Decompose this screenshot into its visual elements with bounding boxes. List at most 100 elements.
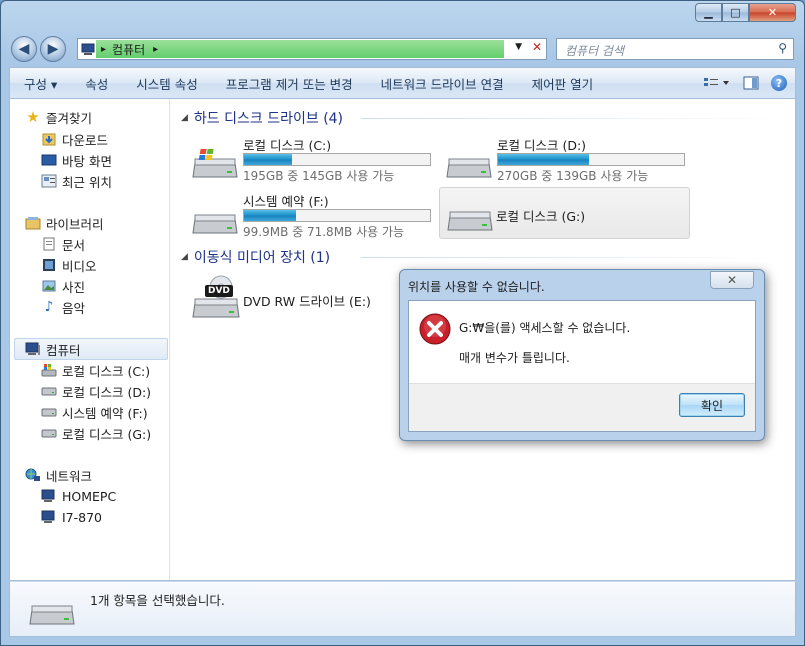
- drive-usage-fill: [244, 210, 297, 221]
- sidebar-item-drive-d[interactable]: 로컬 디스크 (D:): [40, 381, 151, 401]
- hard-drive-icon: [40, 428, 58, 438]
- sidebar-item-label: HOMEPC: [62, 488, 117, 504]
- drive-size: 195GB 중 145GB 사용 가능: [243, 169, 395, 183]
- sidebar-network-label: 네트워크: [46, 468, 93, 484]
- search-input[interactable]: 컴퓨터 검색 ⚲: [556, 38, 794, 60]
- dialog-message-2: 매개 변수가 틀립니다.: [459, 351, 570, 365]
- sidebar-item-drive-c[interactable]: 로컬 디스크 (C:): [40, 360, 150, 380]
- address-path[interactable]: 컴퓨터: [112, 41, 145, 58]
- collapse-arrow-icon[interactable]: ◢: [181, 113, 188, 123]
- sidebar-favorites-label: 즐겨찾기: [46, 110, 93, 126]
- help-icon[interactable]: ?: [771, 75, 787, 91]
- caption-buttons: ▁ □ ✕: [695, 3, 796, 22]
- sidebar-item-label: 문서: [62, 237, 86, 253]
- removable-section-header[interactable]: ◢ 이동식 미디어 장치 (1): [181, 247, 330, 267]
- hard-drive-icon: [191, 203, 239, 234]
- sidebar-item-drive-g[interactable]: 로컬 디스크 (G:): [40, 423, 151, 443]
- organize-menu[interactable]: 구성 ▾: [10, 68, 71, 98]
- system-drive-icon: [191, 147, 239, 178]
- recent-places-icon: [40, 174, 58, 188]
- library-icon: [24, 216, 42, 230]
- drive-size: 270GB 중 139GB 사용 가능: [497, 169, 649, 183]
- close-button[interactable]: ✕: [749, 3, 796, 22]
- sidebar-item-drive-f[interactable]: 시스템 예약 (F:): [40, 402, 148, 422]
- drive-c[interactable]: 로컬 디스크 (C:) 195GB 중 145GB 사용 가능: [191, 135, 431, 185]
- maximize-button[interactable]: □: [722, 3, 749, 22]
- search-placeholder: 컴퓨터 검색: [565, 44, 625, 58]
- drive-g[interactable]: 로컬 디스크 (G:): [439, 187, 690, 239]
- uninstall-program-button[interactable]: 프로그램 제거 또는 변경: [212, 68, 367, 98]
- dvd-drive-icon: DVD: [191, 275, 241, 321]
- sidebar-item-recent-places[interactable]: 최근 위치: [40, 171, 112, 191]
- drive-dvd[interactable]: DVD DVD RW 드라이브 (E:): [191, 275, 431, 325]
- sidebar-item-label: I7-870: [62, 509, 103, 525]
- removable-section-title: 이동식 미디어 장치 (1): [193, 250, 331, 266]
- sidebar-item-label: 다운로드: [62, 132, 109, 148]
- sidebar-item-label: 음악: [62, 300, 86, 316]
- drive-f[interactable]: 시스템 예약 (F:) 99.9MB 중 71.8MB 사용 가능: [191, 191, 431, 241]
- navigation-row: ◀ ▶ ▸ 컴퓨터 ▸ ▼ ✕ 컴퓨터 검색 ⚲: [11, 35, 794, 63]
- sidebar-item-desktop[interactable]: 바탕 화면: [40, 150, 112, 170]
- navigation-pane: ★ 즐겨찾기 다운로드 바탕 화면 최근 위치 라이브러리 문서 비디오 사진 …: [10, 99, 170, 580]
- drive-name: 시스템 예약 (F:): [243, 194, 329, 209]
- drive-name: 로컬 디스크 (D:): [497, 138, 587, 153]
- dialog-footer: 확인: [409, 383, 755, 431]
- explorer-window: ▁ □ ✕ ◀ ▶ ▸ 컴퓨터 ▸ ▼ ✕ 컴퓨터 검색 ⚲ 구성 ▾ 속성 시…: [0, 0, 805, 646]
- hdd-section-header[interactable]: ◢ 하드 디스크 드라이브 (4): [181, 108, 343, 128]
- sidebar-item-i7-870[interactable]: I7-870: [40, 507, 102, 527]
- minimize-button[interactable]: ▁: [695, 3, 722, 22]
- sidebar-libraries[interactable]: 라이브러리: [24, 213, 104, 233]
- address-separator[interactable]: ▸: [101, 44, 106, 55]
- sidebar-item-pictures[interactable]: 사진: [40, 276, 85, 296]
- sidebar-item-videos[interactable]: 비디오: [40, 255, 97, 275]
- dialog-close-button[interactable]: ✕: [710, 271, 754, 289]
- hard-drive-icon: [40, 407, 58, 417]
- documents-icon: [40, 237, 58, 251]
- computer-icon: [24, 342, 42, 356]
- address-bar[interactable]: ▸ 컴퓨터 ▸ ▼ ✕: [77, 38, 547, 60]
- search-icon: ⚲: [778, 41, 787, 55]
- hdd-section-title: 하드 디스크 드라이브 (4): [193, 111, 344, 127]
- sidebar-item-label: 로컬 디스크 (D:): [62, 384, 152, 400]
- sidebar-item-homepc[interactable]: HOMEPC: [40, 486, 116, 506]
- address-dropdown-icon[interactable]: ▼: [515, 42, 522, 52]
- collapse-arrow-icon[interactable]: ◢: [181, 252, 188, 262]
- sidebar-item-documents[interactable]: 문서: [40, 234, 85, 254]
- system-drive-icon: [40, 363, 58, 377]
- sidebar-computer[interactable]: 컴퓨터: [24, 339, 81, 359]
- open-control-panel-button[interactable]: 제어판 열기: [518, 68, 607, 98]
- view-options-icon[interactable]: [703, 76, 731, 90]
- hard-drive-icon: [445, 147, 493, 178]
- drive-usage-fill: [498, 154, 590, 165]
- hard-drive-icon: [28, 594, 76, 631]
- drive-name: 로컬 디스크 (C:): [243, 138, 332, 153]
- drive-d[interactable]: 로컬 디스크 (D:) 270GB 중 139GB 사용 가능: [445, 135, 685, 185]
- dialog-message-1: G:₩을(를) 액세스할 수 없습니다.: [459, 321, 631, 335]
- forward-button[interactable]: ▶: [40, 36, 66, 62]
- sidebar-item-downloads[interactable]: 다운로드: [40, 129, 108, 149]
- back-arrow-icon: ◀: [18, 41, 30, 57]
- stop-icon[interactable]: ✕: [532, 40, 542, 54]
- drive-name: 로컬 디스크 (G:): [496, 209, 586, 224]
- downloads-folder-icon: [40, 132, 58, 146]
- sidebar-item-label: 시스템 예약 (F:): [62, 405, 148, 421]
- properties-button[interactable]: 속성: [71, 68, 122, 98]
- drive-name: DVD RW 드라이브 (E:): [243, 294, 371, 309]
- back-button[interactable]: ◀: [11, 36, 37, 62]
- sidebar-computer-label: 컴퓨터: [46, 342, 81, 358]
- error-dialog: 위치를 사용할 수 없습니다. ✕ G:₩을(를) 액세스할 수 없습니다. 매…: [399, 269, 765, 441]
- map-network-drive-button[interactable]: 네트워크 드라이브 연결: [367, 68, 518, 98]
- drive-usage-bar: [497, 153, 685, 166]
- sidebar-favorites[interactable]: ★ 즐겨찾기: [24, 107, 92, 127]
- address-separator-2[interactable]: ▸: [153, 44, 158, 55]
- preview-pane-icon[interactable]: [743, 76, 759, 90]
- sidebar-item-music[interactable]: ♪ 음악: [40, 297, 85, 317]
- details-pane: 1개 항목을 선택했습니다.: [9, 581, 796, 637]
- sidebar-network[interactable]: 네트워크: [24, 465, 92, 485]
- ok-button[interactable]: 확인: [679, 393, 745, 417]
- dvd-logo-text: DVD: [208, 286, 230, 296]
- computer-icon: [40, 489, 58, 503]
- pictures-icon: [40, 280, 58, 292]
- system-properties-button[interactable]: 시스템 속성: [122, 68, 211, 98]
- dialog-body: G:₩을(를) 액세스할 수 없습니다. 매개 변수가 틀립니다. 확인: [408, 300, 756, 432]
